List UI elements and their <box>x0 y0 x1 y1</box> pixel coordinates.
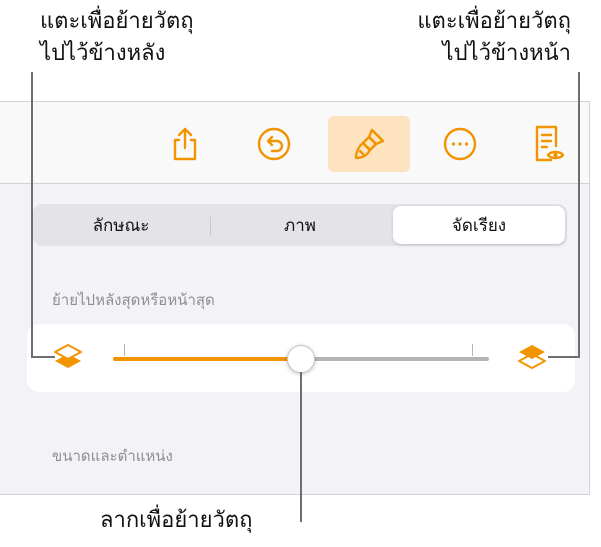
callout-left-line2: ไปไว้ข้างหลัง <box>40 41 166 66</box>
slider-tick-end <box>472 344 473 356</box>
callout-left-line1: แตะเพื่อย้ายวัตถุ <box>40 9 194 34</box>
tab-control: ลักษณะ ภาพ จัดเรียง <box>33 204 567 246</box>
callout-right-line2: ไปไว้ข้างหน้า <box>442 41 571 66</box>
tab-style[interactable]: ลักษณะ <box>35 206 207 244</box>
undo-icon <box>257 127 291 161</box>
format-panel: ลักษณะ ภาพ จัดเรียง ย้ายไปหลังสุดหรือหน้… <box>0 101 590 495</box>
leader-line-left <box>31 72 33 358</box>
slider-tick-start <box>124 344 125 356</box>
slider-track-empty <box>301 357 489 361</box>
paintbrush-icon <box>354 128 385 160</box>
tab-image[interactable]: ภาพ <box>214 206 386 244</box>
more-icon <box>443 127 477 161</box>
leader-line-bottom <box>300 372 302 522</box>
tab-arrange[interactable]: จัดเรียง <box>393 206 565 244</box>
reader-view-icon <box>535 125 565 162</box>
slider-track-filled <box>113 357 301 361</box>
more-button[interactable] <box>432 116 488 172</box>
layers-front-icon[interactable] <box>515 342 549 376</box>
undo-button[interactable] <box>246 116 302 172</box>
tab-divider <box>210 217 211 235</box>
toolbar <box>0 102 589 184</box>
callout-send-backward: แตะเพื่อย้ายวัตถุ ไปไว้ข้างหลัง <box>40 6 194 70</box>
leader-line-right <box>578 72 580 358</box>
callout-drag: ลากเพื่อย้ายวัตถุ <box>100 508 253 533</box>
layer-slider-thumb[interactable] <box>287 345 315 373</box>
layers-back-icon[interactable] <box>51 342 85 376</box>
share-icon <box>173 127 197 161</box>
reader-view-button[interactable] <box>520 116 576 172</box>
share-button[interactable] <box>157 116 213 172</box>
leader-line-right-end <box>548 356 580 358</box>
callout-bring-forward: แตะเพื่อย้ายวัตถุ ไปไว้ข้างหน้า <box>417 6 571 70</box>
callout-right-line1: แตะเพื่อย้ายวัตถุ <box>417 9 571 34</box>
format-button[interactable] <box>328 116 410 172</box>
move-section-label: ย้ายไปหลังสุดหรือหน้าสุด <box>52 291 215 309</box>
size-position-label: ขนาดและตำแหน่ง <box>52 447 173 465</box>
leader-line-left-end <box>31 356 55 358</box>
